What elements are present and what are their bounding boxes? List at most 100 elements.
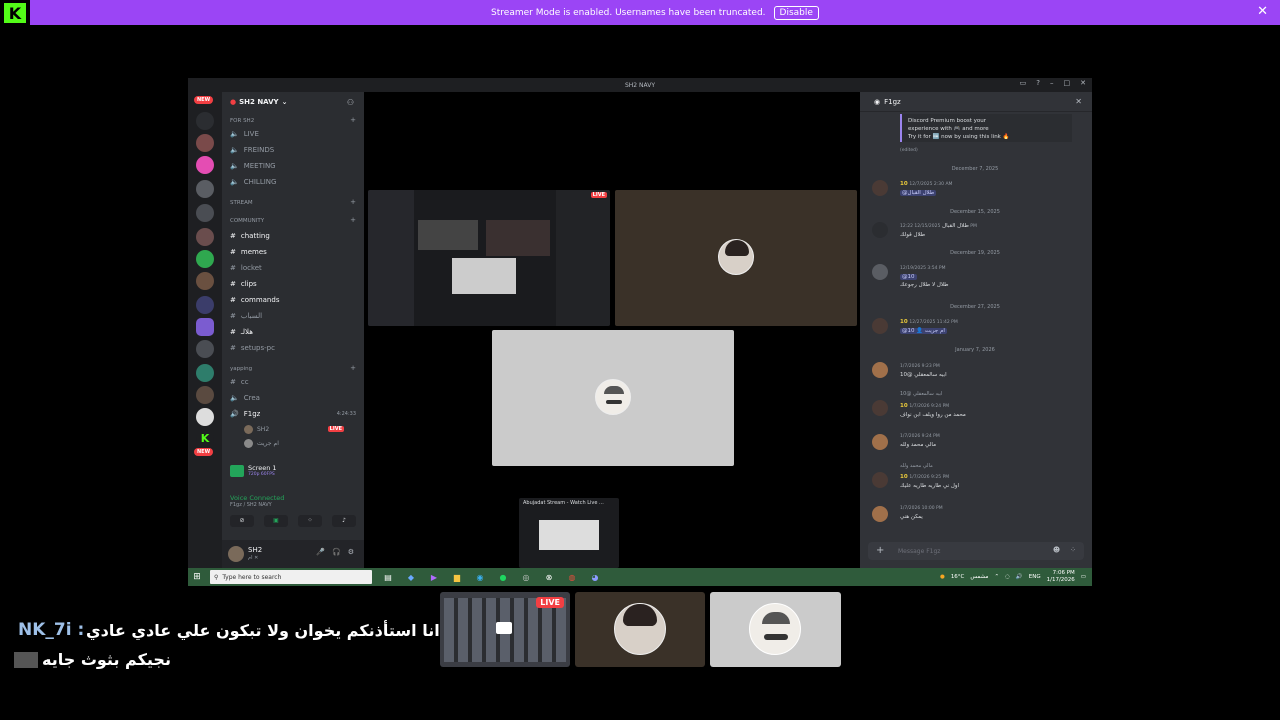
add-attachment-icon[interactable]: + bbox=[876, 545, 884, 556]
server-icon[interactable] bbox=[196, 296, 214, 314]
server-icon-active[interactable] bbox=[196, 408, 214, 426]
channel-clips[interactable]: # clips bbox=[230, 280, 257, 288]
add-channel-icon[interactable]: + bbox=[350, 198, 356, 206]
avatar[interactable] bbox=[872, 400, 888, 416]
camera-thumbnail[interactable] bbox=[710, 592, 841, 667]
network-icon[interactable]: ◌ bbox=[1005, 574, 1010, 580]
channel-commands[interactable]: # commands bbox=[230, 296, 279, 304]
server-icon[interactable] bbox=[196, 272, 214, 290]
channel-memes[interactable]: # memes bbox=[230, 248, 267, 256]
windows-start-icon[interactable]: ⊞ bbox=[188, 572, 206, 582]
channel-chilling[interactable]: 🔈 CHILLING bbox=[230, 178, 276, 186]
server-icon[interactable] bbox=[196, 228, 214, 246]
voice-user[interactable]: SH2 bbox=[244, 425, 269, 434]
close-chat-icon[interactable]: ✕ bbox=[1075, 97, 1082, 106]
message-author[interactable]: 10 bbox=[900, 403, 908, 409]
server-icon[interactable] bbox=[196, 112, 214, 130]
mini-stream-window[interactable]: Abujadat Stream - Watch Live ... bbox=[519, 498, 619, 568]
category-yapping[interactable]: yapping bbox=[230, 366, 252, 372]
task-view-icon[interactable]: ▤ bbox=[382, 573, 394, 582]
chevron-up-icon[interactable]: ⌃ bbox=[994, 574, 999, 580]
server-icon[interactable] bbox=[196, 180, 214, 198]
channel-live[interactable]: 🔈 LIVE bbox=[230, 130, 259, 138]
reply-preview[interactable]: مالي محمد ولله bbox=[900, 462, 933, 470]
server-icon[interactable] bbox=[196, 364, 214, 382]
server-icon[interactable] bbox=[196, 134, 214, 152]
avatar[interactable] bbox=[872, 318, 888, 334]
app-icon[interactable]: ▶ bbox=[428, 573, 440, 582]
avatar[interactable] bbox=[872, 506, 888, 522]
avatar[interactable] bbox=[872, 472, 888, 488]
add-channel-icon[interactable]: + bbox=[350, 216, 356, 224]
server-icon[interactable] bbox=[196, 318, 214, 336]
folder-icon[interactable]: ▆ bbox=[451, 573, 463, 582]
settings-icon[interactable]: ⚙ bbox=[348, 548, 354, 556]
server-icon[interactable] bbox=[196, 250, 214, 268]
channel-cc[interactable]: # cc bbox=[230, 378, 249, 386]
server-icon[interactable] bbox=[196, 204, 214, 222]
camera-tile[interactable] bbox=[615, 190, 857, 326]
screen-share-tile[interactable]: LIVE bbox=[368, 190, 610, 326]
kick-server-icon[interactable]: K bbox=[196, 430, 214, 448]
server-icon[interactable] bbox=[196, 156, 214, 174]
weather-text[interactable]: مشمس bbox=[970, 574, 988, 580]
category-sh2[interactable]: FOR SH2 bbox=[230, 118, 254, 124]
volume-icon[interactable]: 🔊 bbox=[1016, 574, 1023, 580]
channel-create[interactable]: 🔈 Crea bbox=[230, 394, 260, 402]
emoji-icon[interactable]: ☻ bbox=[1053, 546, 1060, 554]
message-input[interactable]: + Message F1gz ☻ ⁘ bbox=[868, 542, 1084, 560]
mention[interactable]: @طلال القبال bbox=[900, 190, 937, 196]
close-window-icon[interactable]: ✕ bbox=[1080, 79, 1086, 87]
notification-icon[interactable]: ▭ bbox=[1081, 574, 1086, 580]
soundboard-icon[interactable]: ♪ bbox=[332, 515, 356, 527]
minimize-icon[interactable]: – bbox=[1050, 79, 1054, 87]
discord-icon[interactable]: ◕ bbox=[589, 573, 601, 582]
voice-channel-f1gz[interactable]: 🔊 F1gz bbox=[230, 410, 260, 418]
voice-location[interactable]: F1gz / SH2 NAVY bbox=[230, 502, 284, 508]
mention[interactable]: @10 👤 ام جريت bbox=[900, 328, 947, 334]
spotify-icon[interactable]: ● bbox=[497, 573, 509, 582]
camera-thumbnail[interactable] bbox=[575, 592, 705, 667]
user-avatar[interactable] bbox=[228, 546, 244, 562]
camera-tile[interactable] bbox=[492, 330, 734, 466]
help-icon[interactable]: ? bbox=[1036, 79, 1040, 87]
voice-user[interactable]: ام جريت bbox=[244, 439, 279, 448]
clock[interactable]: 7:06 PM 1/17/2026 bbox=[1047, 570, 1075, 584]
reply-preview[interactable]: ابيه سالمعقلي @10 bbox=[900, 390, 942, 398]
app-icon[interactable]: ◆ bbox=[405, 573, 417, 582]
language-indicator[interactable]: ENG bbox=[1029, 574, 1041, 580]
chrome-icon[interactable]: ◍ bbox=[566, 573, 578, 582]
message-author[interactable]: 10 bbox=[900, 181, 908, 187]
taskbar-search[interactable]: ⚲ Type here to search bbox=[210, 570, 372, 584]
screen-share-panel[interactable]: Screen 1 720p 60FPS bbox=[230, 464, 277, 477]
avatar[interactable] bbox=[872, 362, 888, 378]
message-author[interactable]: 10 bbox=[900, 319, 908, 325]
avatar[interactable] bbox=[872, 180, 888, 196]
invite-icon[interactable]: ⚇ bbox=[347, 98, 354, 107]
disable-button[interactable]: Disable bbox=[773, 5, 819, 20]
camera-off-icon[interactable]: ⊘ bbox=[230, 515, 254, 527]
avatar[interactable] bbox=[872, 222, 888, 238]
close-icon[interactable]: ✕ bbox=[1257, 4, 1268, 19]
activities-icon[interactable]: ⁘ bbox=[298, 515, 322, 527]
edge-icon[interactable]: ◉ bbox=[474, 573, 486, 582]
maximize-icon[interactable]: □ bbox=[1064, 79, 1071, 87]
message-author[interactable]: 10 bbox=[900, 474, 908, 480]
username[interactable]: SH2 bbox=[248, 546, 262, 554]
message-author[interactable]: طلال القبال bbox=[942, 223, 969, 229]
headphones-icon[interactable]: 🎧 bbox=[332, 548, 341, 556]
mention[interactable]: @10 bbox=[900, 274, 917, 280]
server-icon[interactable] bbox=[196, 386, 214, 404]
inbox-icon[interactable]: ▭ bbox=[1020, 79, 1027, 87]
app-icon[interactable]: ◎ bbox=[520, 573, 532, 582]
channel-arabic-1[interactable]: # السباب bbox=[230, 312, 262, 320]
avatar[interactable] bbox=[872, 264, 888, 280]
stream-thumbnail[interactable]: LIVE bbox=[440, 592, 570, 667]
channel-meeting[interactable]: 🔈 MEETING bbox=[230, 162, 276, 170]
channel-setups[interactable]: # setups-pc bbox=[230, 344, 275, 352]
channel-friends[interactable]: 🔈 FREINDS bbox=[230, 146, 274, 154]
add-channel-icon[interactable]: + bbox=[350, 364, 356, 372]
share-screen-icon[interactable]: ▣ bbox=[264, 515, 288, 527]
temperature[interactable]: 16°C bbox=[951, 574, 965, 580]
avatar[interactable] bbox=[872, 434, 888, 450]
